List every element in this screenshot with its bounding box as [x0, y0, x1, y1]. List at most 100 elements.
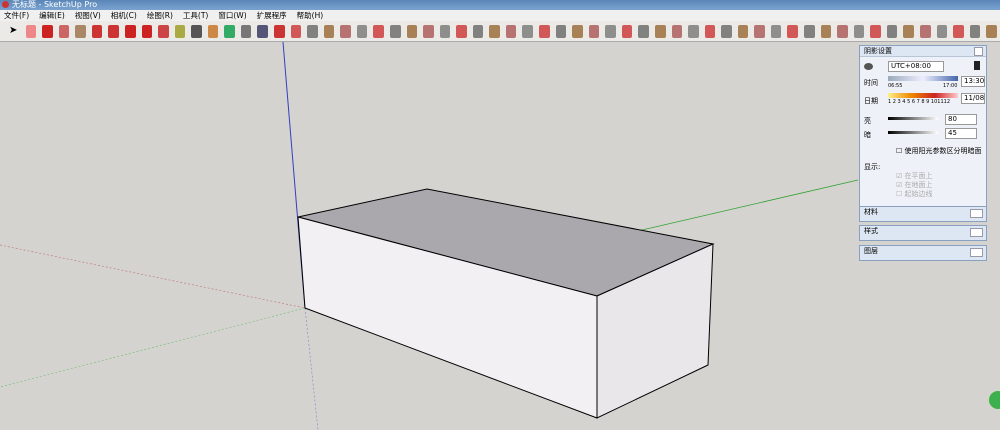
menu-camera[interactable]: 相机(C) — [111, 11, 137, 20]
menu-draw[interactable]: 绘图(R) — [147, 11, 173, 20]
tool-icon[interactable] — [787, 24, 798, 38]
dark-label: 暗 — [864, 131, 871, 139]
date-label: 日期 — [864, 97, 878, 105]
time-field[interactable]: 13:30 — [961, 76, 985, 87]
tool-icon[interactable] — [688, 24, 699, 38]
tool-icon[interactable] — [654, 24, 666, 38]
tool-icon[interactable] — [721, 24, 732, 38]
tool-icon[interactable] — [770, 24, 782, 38]
from-edges-label: 起始边线 — [904, 190, 933, 198]
menu-extensions[interactable]: 扩展程序 — [257, 11, 287, 20]
green-axis-negative — [0, 307, 306, 388]
paint-bucket-icon[interactable] — [207, 24, 219, 38]
tool-icon[interactable] — [737, 24, 749, 38]
tool-icon[interactable] — [837, 24, 848, 38]
menu-file[interactable]: 文件(F) — [4, 11, 29, 20]
details-icon[interactable] — [974, 61, 980, 70]
arc-icon[interactable] — [58, 24, 70, 38]
rectangle-icon[interactable] — [75, 24, 86, 38]
tool-icon[interactable] — [307, 24, 318, 38]
tool-icon[interactable] — [489, 24, 500, 38]
tool-icon[interactable] — [406, 24, 418, 38]
shadow-toggle-icon[interactable] — [864, 63, 873, 70]
tool-icon[interactable] — [804, 24, 815, 38]
timezone-select[interactable]: UTC+08:00 — [888, 61, 944, 72]
tool-icon[interactable] — [704, 24, 716, 38]
tool-icon[interactable] — [903, 24, 914, 38]
tool-icon[interactable] — [953, 24, 964, 38]
on-faces-label: 在平面上 — [904, 172, 933, 180]
from-edges-checkbox[interactable]: ☐ 起始边线 — [896, 189, 933, 199]
zoom-icon[interactable] — [257, 24, 268, 38]
display-label: 显示: — [864, 163, 881, 171]
tool-icon[interactable] — [472, 24, 484, 38]
light-field[interactable]: 80 — [945, 114, 977, 125]
tool-icon[interactable] — [969, 24, 981, 38]
rotate-icon[interactable] — [141, 24, 153, 38]
expand-icon[interactable] — [970, 248, 983, 257]
tool-icon[interactable] — [919, 24, 931, 38]
menu-view[interactable]: 视图(V) — [75, 11, 101, 20]
tool-icon[interactable] — [539, 24, 550, 38]
tool-icon[interactable] — [522, 24, 533, 38]
expand-icon[interactable] — [970, 228, 983, 237]
light-slider[interactable] — [888, 117, 938, 120]
menu-help[interactable]: 帮助(H) — [297, 11, 324, 20]
pan-icon[interactable] — [240, 24, 252, 38]
tool-icon[interactable] — [505, 24, 517, 38]
tool-icon[interactable] — [555, 24, 567, 38]
tray-styles[interactable]: 样式 — [859, 225, 987, 241]
tool-icon[interactable] — [356, 24, 368, 38]
move-icon[interactable] — [124, 24, 136, 38]
tray-layers[interactable]: 图层 — [859, 245, 987, 261]
tool-icon[interactable] — [389, 24, 401, 38]
menu-tools[interactable]: 工具(T) — [183, 11, 208, 20]
tool-icon[interactable] — [456, 24, 467, 38]
tool-icon[interactable] — [572, 24, 583, 38]
time-slider[interactable] — [888, 76, 958, 81]
orbit-icon[interactable] — [224, 24, 235, 38]
dark-field[interactable]: 45 — [945, 128, 977, 139]
tool-icon[interactable] — [820, 24, 832, 38]
menu-window[interactable]: 窗口(W) — [218, 11, 246, 20]
eraser-icon[interactable] — [25, 24, 37, 38]
tool-icon[interactable] — [323, 24, 335, 38]
viewport[interactable] — [0, 42, 1000, 430]
select-icon[interactable]: ➤ — [9, 25, 20, 38]
tool-icon[interactable] — [439, 24, 451, 38]
menu-edit[interactable]: 编辑(E) — [39, 11, 65, 20]
close-icon[interactable] — [974, 47, 983, 56]
dark-slider[interactable] — [888, 131, 938, 134]
tool-icon[interactable] — [340, 24, 351, 38]
tool-icon[interactable] — [986, 24, 997, 38]
tray-materials[interactable]: 材料 — [859, 206, 987, 222]
shadow-settings-panel: 阴影设置 UTC+08:00 时间 06:55 17:00 13:30 日期 1… — [859, 45, 987, 211]
text-icon[interactable] — [191, 24, 202, 38]
tool-icon[interactable] — [423, 24, 434, 38]
status-indicator-icon[interactable] — [989, 391, 1000, 409]
tool-icon[interactable] — [588, 24, 600, 38]
pencil-icon[interactable] — [42, 24, 53, 38]
tool-icon[interactable] — [870, 24, 881, 38]
date-slider[interactable] — [888, 93, 958, 98]
tool-icon[interactable] — [853, 24, 865, 38]
date-field[interactable]: 11/08 — [961, 93, 985, 104]
follow-me-icon[interactable] — [108, 24, 119, 38]
tool-icon[interactable] — [936, 24, 948, 38]
push-pull-icon[interactable] — [91, 24, 103, 38]
scale-icon[interactable] — [158, 24, 169, 38]
zoom-extents-icon[interactable] — [274, 24, 285, 38]
tool-icon[interactable] — [290, 24, 302, 38]
tool-icon[interactable] — [373, 24, 384, 38]
tool-icon[interactable] — [621, 24, 633, 38]
tool-icon[interactable] — [886, 24, 898, 38]
tool-icon[interactable] — [605, 24, 616, 38]
expand-icon[interactable] — [970, 209, 983, 218]
red-axis — [0, 244, 306, 309]
tool-icon[interactable] — [754, 24, 765, 38]
tool-icon[interactable] — [638, 24, 649, 38]
tray-label: 样式 — [864, 227, 878, 235]
use-sun-checkbox[interactable]: ☐ 使用阳光参数区分明暗面 — [896, 146, 982, 156]
tape-measure-icon[interactable] — [174, 24, 186, 38]
tool-icon[interactable] — [671, 24, 683, 38]
